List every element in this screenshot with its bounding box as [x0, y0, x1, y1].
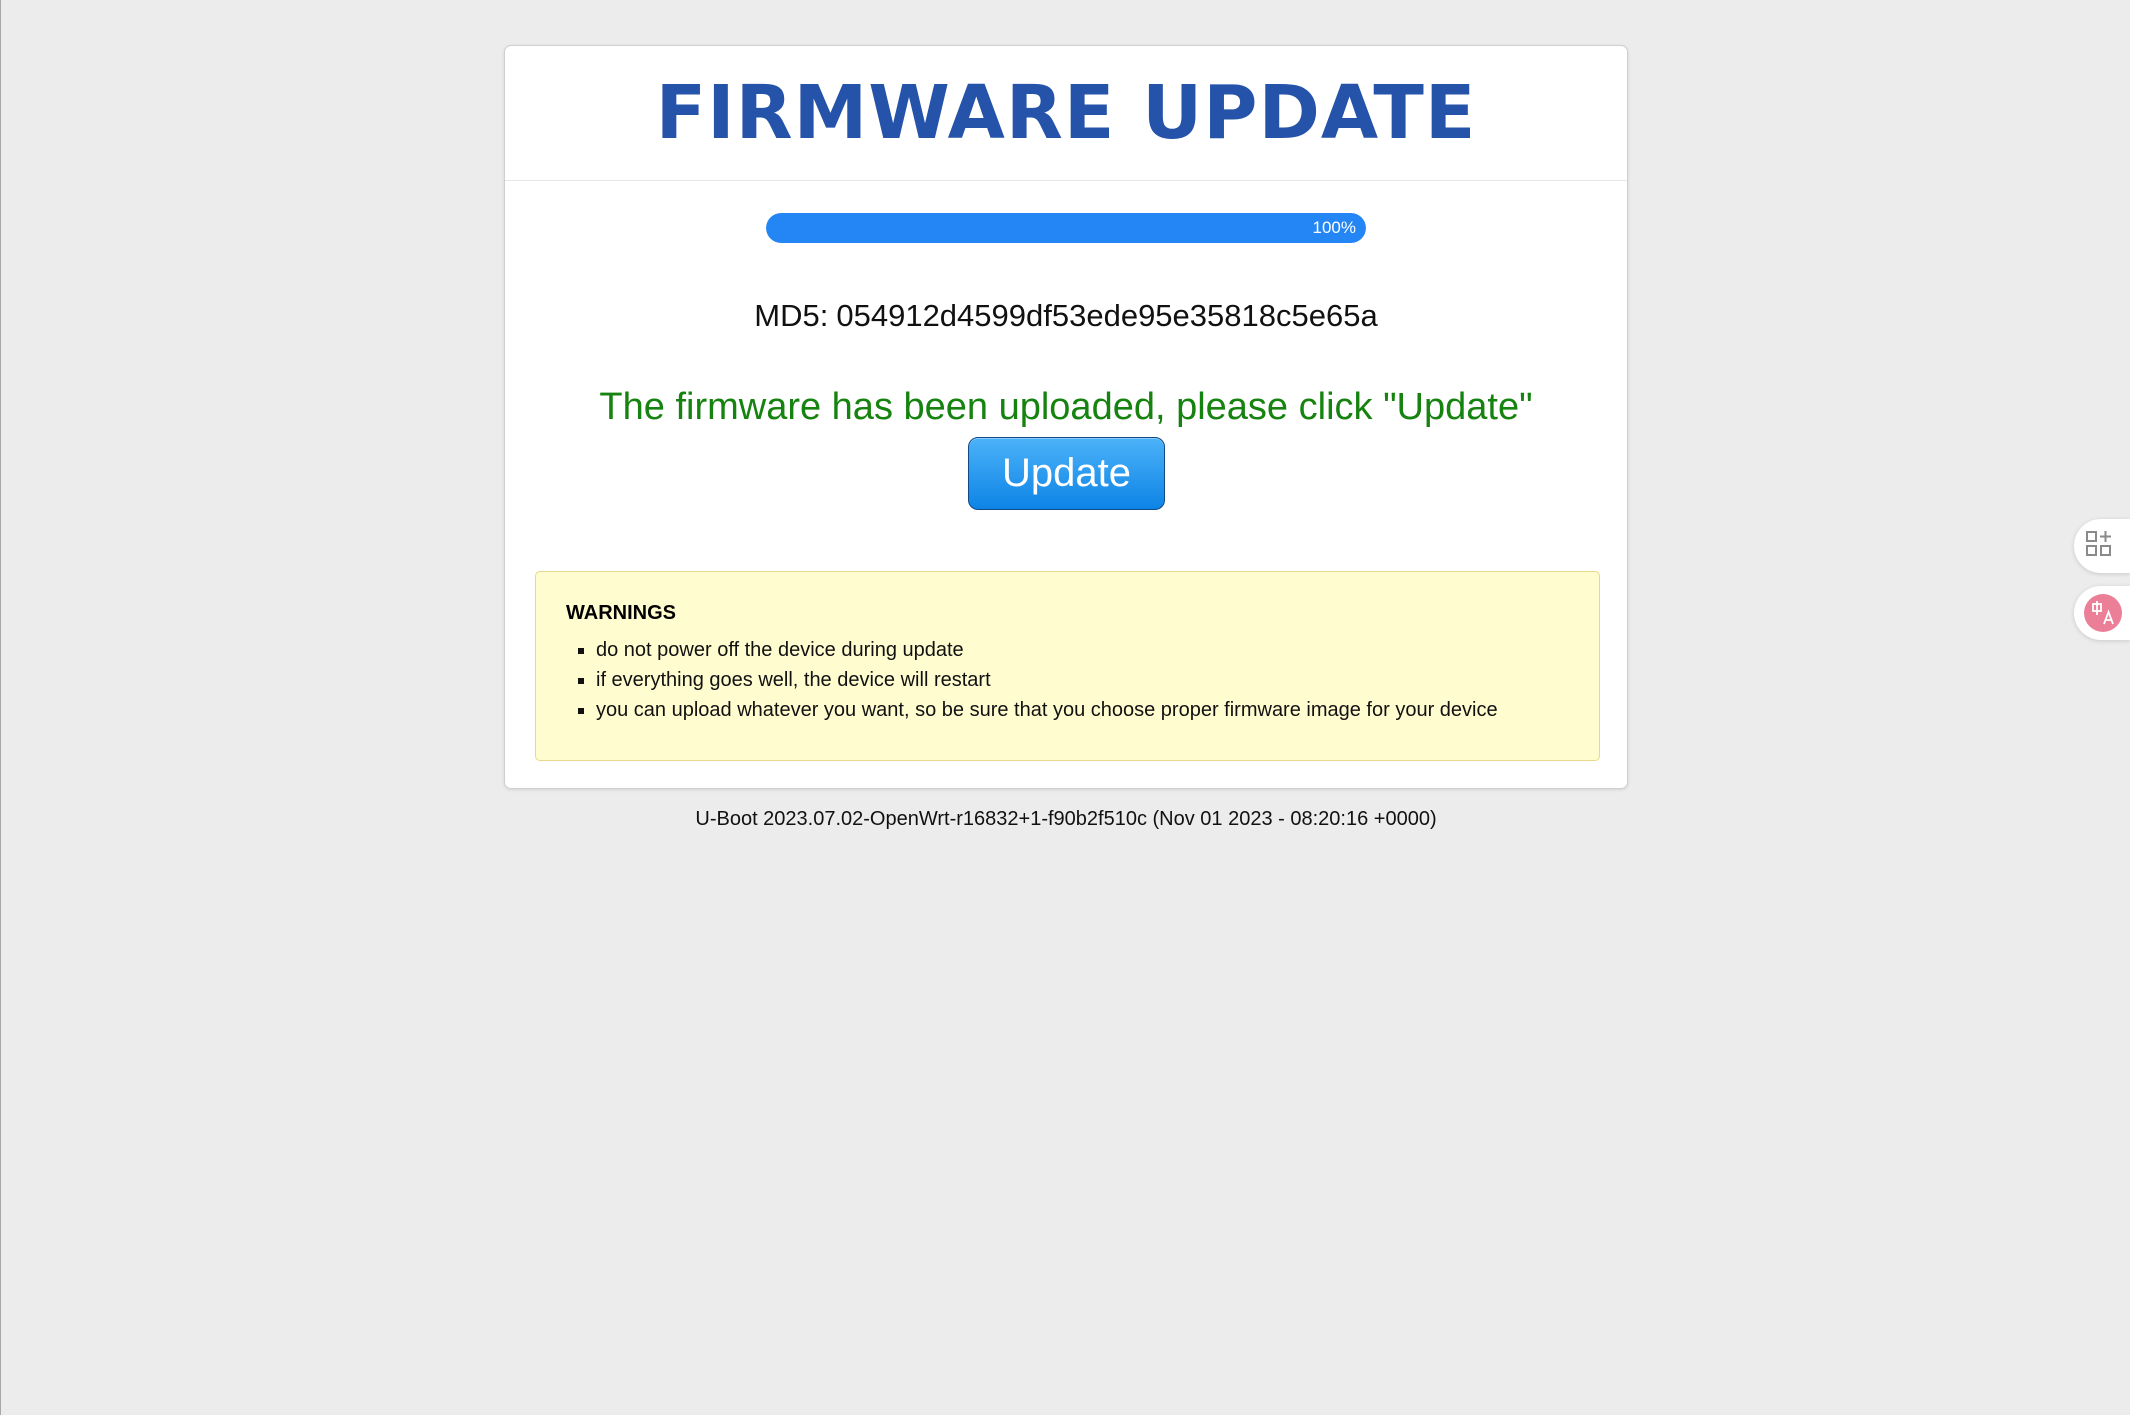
progress-fill [766, 213, 1366, 243]
warning-item: do not power off the device during updat… [596, 635, 1569, 665]
upload-progress-bar: 100% [766, 213, 1366, 243]
warning-item: you can upload whatever you want, so be … [596, 695, 1569, 725]
window-edge [0, 0, 1, 1415]
panel-header: FIRMWARE UPDATE [505, 46, 1627, 181]
upload-status-message: The firmware has been uploaded, please c… [599, 386, 1533, 428]
uboot-version-footer: U-Boot 2023.07.02-OpenWrt-r16832+1-f90b2… [695, 808, 1437, 830]
apps-add-icon [2084, 529, 2114, 564]
md5-checksum: MD5: 054912d4599df53ede95e35818c5e65a [505, 298, 1627, 334]
md5-value: 054912d4599df53ede95e35818c5e65a [836, 298, 1378, 333]
warnings-box: WARNINGS do not power off the device dur… [535, 571, 1600, 761]
update-button[interactable]: Update [968, 437, 1165, 510]
warnings-title: WARNINGS [566, 602, 676, 624]
warnings-list: do not power off the device during updat… [566, 635, 1569, 725]
warning-item: if everything goes well, the device will… [596, 665, 1569, 695]
md5-label: MD5: [754, 298, 829, 333]
side-apps-button[interactable] [2074, 519, 2130, 573]
progress-label: 100% [1312, 218, 1356, 237]
translate-icon [2084, 594, 2122, 632]
firmware-update-panel: FIRMWARE UPDATE 100% MD5: 054912d4599df53… [504, 45, 1628, 789]
page-title: FIRMWARE UPDATE [655, 70, 1477, 156]
side-translate-button[interactable] [2074, 586, 2130, 640]
